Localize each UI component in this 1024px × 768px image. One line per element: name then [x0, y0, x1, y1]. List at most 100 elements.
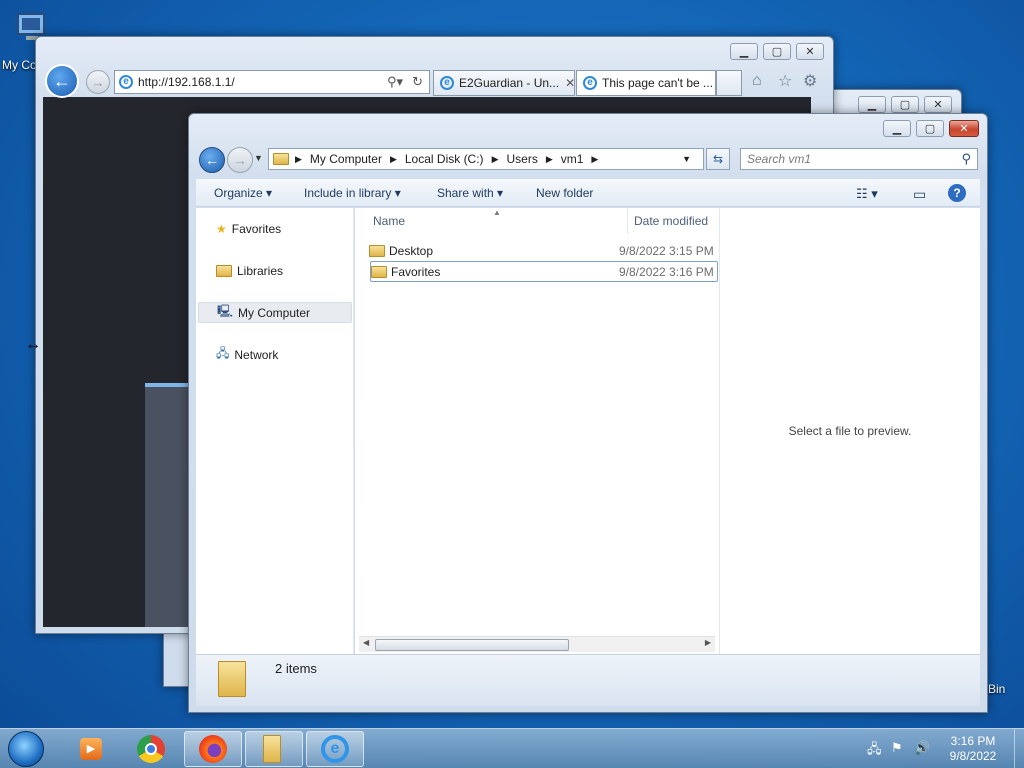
sort-arrow-icon: ▲ [493, 208, 501, 217]
ie-address-bar[interactable]: e http://192.168.1.1/ ⚲▾ ↻ [114, 70, 430, 94]
ie-favorites-icon[interactable]: ☆ [778, 71, 792, 91]
nav-item-libraries[interactable]: Libraries [198, 260, 352, 281]
include-in-library-button[interactable]: Include in library ▾ [304, 186, 401, 200]
desktop-icon-label: My Co [2, 58, 37, 72]
start-orb-icon[interactable] [8, 731, 44, 767]
ie-tab-label: This page can't be ... [602, 76, 714, 90]
ie-new-tab[interactable] [716, 70, 742, 96]
refresh-icon: ⇆ [712, 152, 724, 166]
action-center-icon[interactable]: ⚑ [891, 740, 903, 756]
explorer-maximize-button[interactable]: ▢ [916, 120, 944, 137]
horizontal-scrollbar[interactable]: ◀ ▶ [359, 636, 715, 652]
internet-explorer-icon: e [321, 735, 349, 763]
ie-settings-icon[interactable]: ⚙ [803, 71, 817, 91]
preview-pane: Select a file to preview. [719, 208, 980, 654]
nav-item-label: Libraries [237, 263, 284, 278]
breadcrumb[interactable]: ▶ My Computer ▶ Local Disk (C:) ▶ Users … [268, 148, 704, 170]
back-arrow-icon: ← [205, 152, 219, 168]
taskbar-explorer[interactable] [245, 731, 303, 767]
desktop-icon-my-computer[interactable]: My Co [0, 10, 45, 72]
close-button[interactable]: ✕ [924, 96, 952, 113]
ie-back-button[interactable]: ← [45, 64, 79, 98]
breadcrumb-sep-icon[interactable]: ▶ [295, 154, 302, 165]
breadcrumb-vm1[interactable]: vm1 [561, 152, 584, 166]
volume-icon[interactable]: 🔊 [914, 740, 930, 756]
large-folder-icon [218, 661, 246, 697]
navigation-pane: ★ Favorites Libraries 🖳 My Computer 🖧 Ne… [196, 208, 354, 654]
breadcrumb-users[interactable]: Users [506, 152, 537, 166]
taskbar-internet-explorer[interactable]: e [306, 731, 364, 767]
ie-page-icon: e [119, 75, 133, 89]
search-input[interactable]: Search vm1 ⚲ [740, 148, 978, 170]
address-dropdown-icon[interactable]: ▼ [682, 154, 691, 164]
new-folder-button[interactable]: New folder [536, 186, 593, 200]
explorer-close-button[interactable]: ✕ [949, 120, 979, 137]
breadcrumb-sep-icon[interactable]: ▶ [591, 154, 598, 165]
refresh-button[interactable]: ⇆ [706, 148, 730, 170]
network-tray-icon[interactable]: 🖧 [867, 740, 882, 762]
ie-address-url: http://192.168.1.1/ [138, 75, 235, 89]
breadcrumb-sep-icon[interactable]: ▶ [546, 154, 553, 165]
maximize-button[interactable]: ▢ [891, 96, 919, 113]
forward-arrow-icon: → [233, 152, 247, 168]
file-date: 9/8/2022 3:15 PM [619, 243, 714, 258]
folder-icon [369, 244, 385, 257]
taskbar: ▶ e 🖧 ⚑ 🔊 3:16 PM 9/8/2022 [0, 728, 1024, 768]
clock-time: 3:16 PM [950, 734, 996, 748]
recent-pages-dropdown-icon[interactable]: ▼ [254, 153, 263, 163]
scroll-left-icon[interactable]: ◀ [363, 638, 369, 647]
breadcrumb-local-disk[interactable]: Local Disk (C:) [405, 152, 484, 166]
scroll-right-icon[interactable]: ▶ [705, 638, 711, 647]
taskbar-chrome[interactable] [122, 731, 180, 767]
computer-icon: 🖳 [217, 304, 234, 318]
ie-search-icon[interactable]: ⚲▾ [387, 74, 403, 90]
file-name: Favorites [391, 264, 441, 279]
back-arrow-icon: ← [53, 70, 71, 91]
explorer-forward-button[interactable]: → [227, 147, 253, 173]
details-pane: 2 items [196, 654, 980, 706]
show-desktop-button[interactable] [1014, 729, 1024, 768]
breadcrumb-my-computer[interactable]: My Computer [310, 152, 382, 166]
preview-pane-icon[interactable]: ▭ [913, 186, 926, 203]
ie-tab-error[interactable]: e This page can't be ... [576, 70, 716, 96]
resize-cursor-icon: ↔ [25, 336, 41, 353]
share-with-button[interactable]: Share with ▾ [437, 186, 503, 200]
breadcrumb-sep-icon[interactable]: ▶ [390, 154, 397, 165]
tab-close-icon[interactable]: ✕ [565, 76, 574, 90]
column-header-date[interactable]: Date modified [627, 208, 719, 234]
network-icon: 🖧 [216, 346, 230, 360]
search-icon[interactable]: ⚲ [961, 151, 971, 167]
star-icon: ★ [216, 221, 227, 236]
ie-home-icon[interactable]: ⌂ [752, 72, 762, 90]
file-list[interactable]: Name ▲ Date modified Desktop 9/8/2022 3:… [355, 208, 719, 654]
recycle-bin-label: Bin [988, 682, 1006, 696]
file-row-desktop[interactable]: Desktop 9/8/2022 3:15 PM [369, 240, 717, 261]
clock[interactable]: 3:16 PM 9/8/2022 [938, 734, 1008, 764]
nav-item-label: My Computer [238, 305, 311, 320]
view-options-icon[interactable]: ☷ ▾ [856, 186, 878, 202]
taskbar-firefox[interactable] [184, 731, 242, 767]
help-icon[interactable]: ? [948, 184, 966, 202]
explorer-minimize-button[interactable]: ▁ [883, 120, 911, 137]
ie-close-button[interactable]: ✕ [796, 43, 824, 60]
scrollbar-thumb[interactable] [375, 639, 569, 651]
nav-item-label: Network [234, 347, 279, 362]
ie-tab-e2guardian[interactable]: e E2Guardian - Un... ✕ [433, 70, 575, 96]
nav-item-favorites[interactable]: ★ Favorites [198, 218, 352, 239]
libraries-icon [216, 264, 232, 277]
ie-tab-label: E2Guardian - Un... [459, 76, 560, 90]
minimize-button[interactable]: ▁ [858, 96, 886, 113]
taskbar-media-player[interactable]: ▶ [62, 731, 120, 767]
organize-button[interactable]: Organize ▾ [214, 186, 272, 200]
nav-item-network[interactable]: 🖧 Network [198, 344, 352, 365]
explorer-icon [263, 735, 281, 763]
ie-forward-button[interactable]: → [86, 70, 110, 94]
explorer-back-button[interactable]: ← [199, 147, 225, 173]
file-row-favorites[interactable]: Favorites 9/8/2022 3:16 PM [370, 261, 718, 282]
ie-maximize-button[interactable]: ▢ [763, 43, 791, 60]
breadcrumb-sep-icon[interactable]: ▶ [492, 154, 499, 165]
ie-minimize-button[interactable]: ▁ [730, 43, 758, 60]
nav-item-my-computer[interactable]: 🖳 My Computer [198, 302, 352, 323]
ie-refresh-icon[interactable]: ↻ [412, 74, 423, 90]
forward-arrow-icon: → [91, 74, 105, 90]
